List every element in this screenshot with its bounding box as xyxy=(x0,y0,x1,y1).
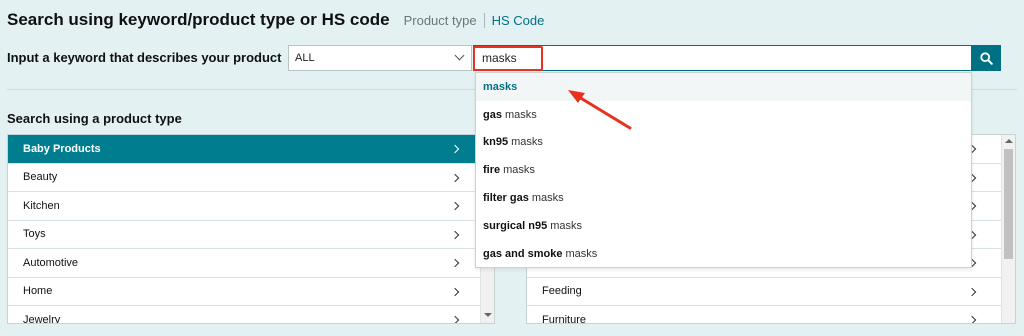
search-icon xyxy=(979,51,993,65)
chevron-down-icon xyxy=(454,50,465,61)
page-title: Search using keyword/product type or HS … xyxy=(7,10,390,29)
scroll-down-icon[interactable] xyxy=(484,313,492,317)
category-select[interactable]: ALL xyxy=(288,45,472,71)
suggestion-bold: masks xyxy=(483,80,518,93)
product-type-item-jewelry[interactable]: Jewelry xyxy=(8,306,494,324)
suggestion-bold: gas xyxy=(483,108,502,121)
search-button[interactable] xyxy=(971,45,1001,71)
suggestion-rest: masks xyxy=(503,164,535,177)
subcategory-item-feeding[interactable]: Feeding xyxy=(527,278,1015,306)
suggestion-item[interactable]: kn95 masks xyxy=(476,129,971,157)
chevron-right-icon xyxy=(450,144,460,154)
chevron-right-icon xyxy=(967,315,977,323)
product-type-item-home[interactable]: Home xyxy=(8,278,494,306)
suggestion-item[interactable]: gas masks xyxy=(476,101,971,129)
chevron-right-icon xyxy=(450,230,460,239)
suggestion-item[interactable]: gas and smoke masks xyxy=(476,240,971,268)
product-type-list: Baby Products Beauty Kitchen Toys Automo… xyxy=(7,134,495,324)
list-item-label: Furniture xyxy=(542,313,587,324)
suggestion-rest: masks xyxy=(511,136,543,149)
list-item-label: Jewelry xyxy=(23,313,61,324)
list-item-label: Home xyxy=(23,285,53,298)
product-type-item-baby-products[interactable]: Baby Products xyxy=(8,135,494,164)
product-type-label: Search using a product type xyxy=(7,111,182,126)
category-select-value: ALL xyxy=(295,52,315,64)
list-item-label: Feeding xyxy=(542,285,582,298)
tab-hs-code[interactable]: HS Code xyxy=(485,13,545,28)
page-header: Search using keyword/product type or HS … xyxy=(7,10,544,30)
suggestion-item[interactable]: surgical n95 masks xyxy=(476,212,971,240)
list-item-label: Automotive xyxy=(23,256,79,269)
suggestion-bold: fire xyxy=(483,164,501,177)
suggestion-item[interactable]: masks xyxy=(476,73,971,101)
suggestion-bold: surgical n95 xyxy=(483,219,548,232)
keyword-search-input[interactable] xyxy=(473,45,972,71)
list-item-label: Toys xyxy=(23,228,46,241)
subcategory-item-furniture[interactable]: Furniture xyxy=(527,306,1015,324)
suggestion-rest: masks xyxy=(504,108,537,121)
suggestion-item[interactable]: filter gas masks xyxy=(476,184,971,212)
list-item-label: Kitchen xyxy=(23,199,60,212)
product-type-item-kitchen[interactable]: Kitchen xyxy=(8,192,494,221)
suggestion-bold: kn95 xyxy=(483,136,509,149)
chevron-right-icon xyxy=(967,287,977,296)
chevron-right-icon xyxy=(450,201,460,211)
suggestion-rest: masks xyxy=(550,219,582,232)
subcategory-scrollbar[interactable] xyxy=(1001,135,1015,323)
product-type-item-beauty[interactable]: Beauty xyxy=(8,164,494,192)
search-mode-tabs: Product type HS Code xyxy=(404,13,545,28)
suggestion-bold: gas and smoke xyxy=(483,247,563,260)
product-type-item-toys[interactable]: Toys xyxy=(8,221,494,249)
scroll-up-icon[interactable] xyxy=(1005,139,1013,143)
suggestion-item[interactable]: fire masks xyxy=(476,156,971,184)
scrollbar-thumb[interactable] xyxy=(1004,149,1013,259)
chevron-right-icon xyxy=(450,173,460,182)
chevron-right-icon xyxy=(450,315,460,323)
tab-product-type[interactable]: Product type xyxy=(404,13,485,28)
chevron-right-icon xyxy=(450,287,460,296)
suggestion-bold: filter gas xyxy=(483,192,529,205)
autocomplete-dropdown: masks gas masks kn95 masks fire masks fi… xyxy=(475,72,972,268)
suggestion-rest: masks xyxy=(531,192,564,205)
product-type-item-automotive[interactable]: Automotive xyxy=(8,249,494,278)
list-item-label: Beauty xyxy=(23,171,58,184)
list-item-label: Baby Products xyxy=(23,142,101,155)
chevron-right-icon xyxy=(450,258,460,268)
suggestion-rest: masks xyxy=(565,247,598,260)
keyword-label: Input a keyword that describes your prod… xyxy=(7,50,282,65)
